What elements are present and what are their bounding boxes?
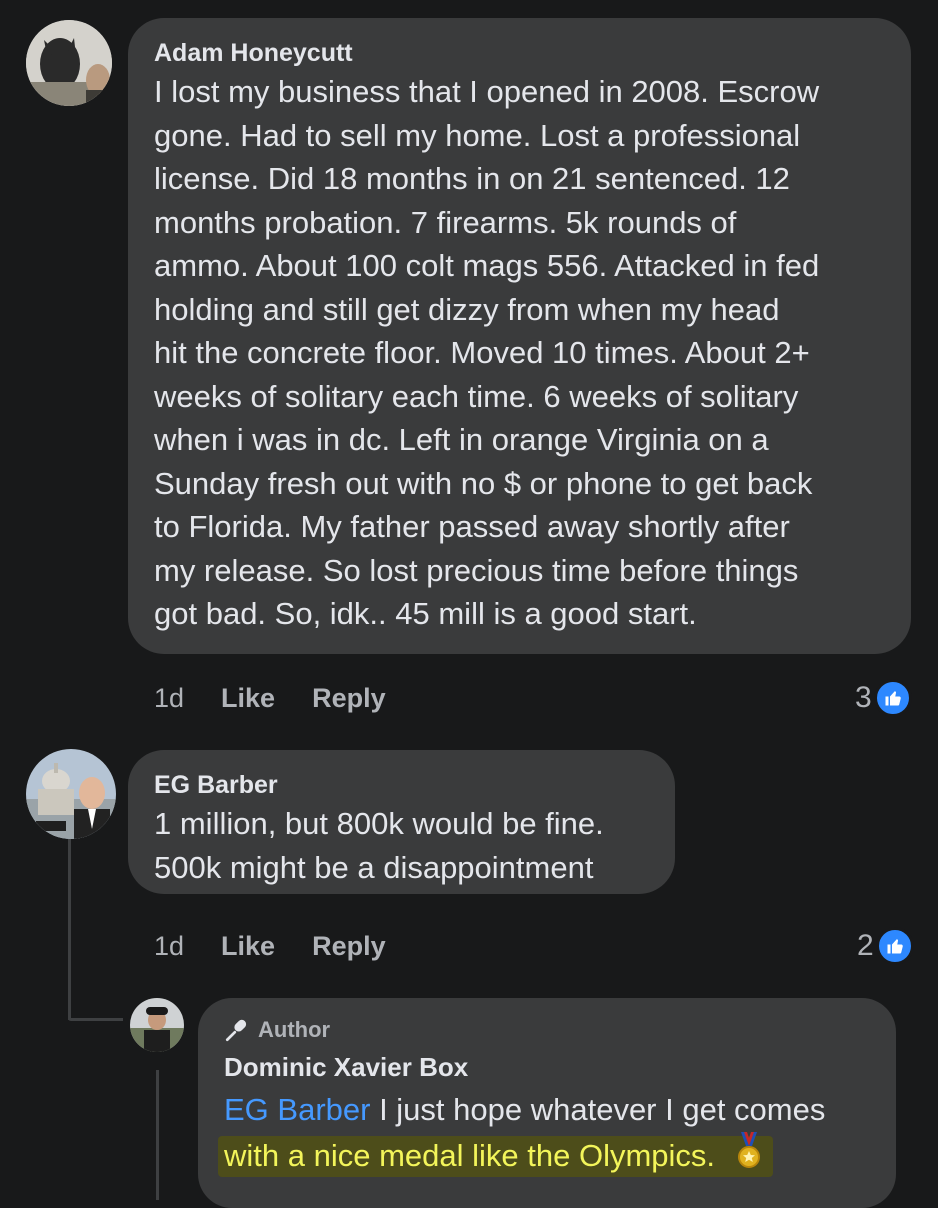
comment-author[interactable]: EG Barber bbox=[154, 770, 649, 800]
reply-author[interactable]: Dominic Xavier Box bbox=[224, 1052, 870, 1082]
thread-line bbox=[68, 820, 71, 1020]
reaction-count: 2 bbox=[857, 929, 874, 962]
microphone-icon bbox=[224, 1017, 250, 1043]
avatar-adam-honeycutt[interactable] bbox=[26, 20, 112, 106]
thumbs-up-icon bbox=[873, 679, 912, 717]
avatar-dominic-xavier-box[interactable] bbox=[130, 998, 184, 1052]
avatar-eg-barber[interactable] bbox=[26, 749, 116, 839]
comment-time[interactable]: 1d bbox=[154, 683, 184, 714]
like-button[interactable]: Like bbox=[221, 931, 275, 962]
comment-text: I lost my business that I opened in 2008… bbox=[154, 74, 820, 631]
comment-actions: 1d Like Reply bbox=[154, 683, 386, 714]
reaction-summary[interactable]: 2 bbox=[857, 927, 914, 965]
comment-actions: 1d Like Reply bbox=[154, 931, 386, 962]
author-badge: Author bbox=[224, 1016, 870, 1044]
comment-bubble-eg-barber: EG Barber 1 million, but 800k would be f… bbox=[128, 750, 675, 894]
author-badge-label: Author bbox=[258, 1017, 331, 1042]
thumbs-up-icon bbox=[875, 927, 914, 965]
medal-icon bbox=[733, 1131, 765, 1168]
reply-text: EG Barber I just hope whatever I get com… bbox=[218, 1088, 870, 1177]
comment-author[interactable]: Adam Honeycutt bbox=[154, 38, 885, 68]
mention-link[interactable]: EG Barber bbox=[224, 1092, 370, 1127]
comment-bubble-adam: Adam Honeycutt I lost my business that I… bbox=[128, 18, 911, 654]
comment-time[interactable]: 1d bbox=[154, 931, 184, 962]
reply-thread-line bbox=[156, 1070, 159, 1200]
reply-button[interactable]: Reply bbox=[312, 931, 386, 962]
thread-connector bbox=[68, 1018, 123, 1021]
like-button[interactable]: Like bbox=[221, 683, 275, 714]
reply-button[interactable]: Reply bbox=[312, 683, 386, 714]
highlighted-text: with a nice medal like the Olympics. bbox=[218, 1131, 774, 1177]
comment-text: 1 million, but 800k would be fine. 500k … bbox=[154, 806, 604, 885]
reply-bubble-dominic: Author Dominic Xavier Box EG Barber I ju… bbox=[198, 998, 896, 1208]
reaction-count: 3 bbox=[855, 681, 872, 714]
reaction-summary[interactable]: 3 bbox=[855, 679, 912, 717]
